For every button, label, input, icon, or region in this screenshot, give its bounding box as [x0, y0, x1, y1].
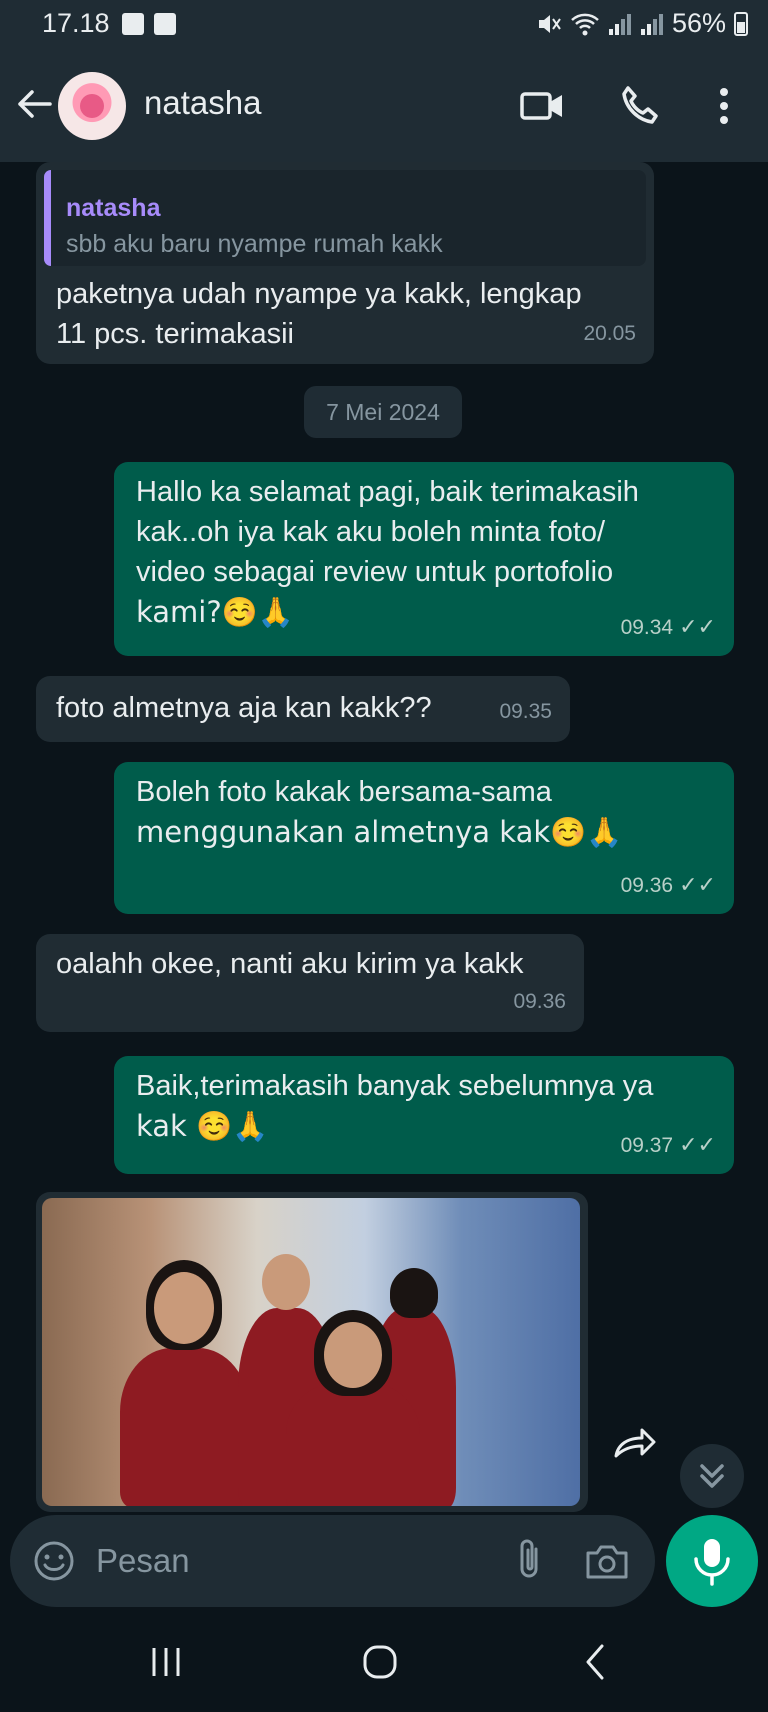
photo-hair	[390, 1268, 438, 1318]
photo-person	[120, 1348, 250, 1506]
photo-face	[262, 1254, 310, 1310]
phone-icon[interactable]	[616, 82, 664, 130]
quote-bar	[44, 170, 51, 266]
back-nav-icon[interactable]	[576, 1642, 616, 1682]
message-text: Baik,terimakasih banyak sebelumnya ya ka…	[136, 1066, 653, 1146]
more-vert-icon[interactable]	[700, 82, 748, 130]
quote-text: sbb aku baru nyampe rumah kakk	[66, 230, 443, 258]
notification-icons	[122, 13, 176, 35]
gallery-notification-icon	[122, 13, 144, 35]
message-composer	[10, 1515, 655, 1607]
voice-message-button[interactable]	[666, 1515, 758, 1607]
video-call-icon[interactable]	[518, 82, 566, 130]
photo-face	[154, 1272, 214, 1344]
message-line: Boleh foto kakak bersama-sama	[136, 776, 552, 808]
message-bubble-out[interactable]: Boleh foto kakak bersama-sama menggunaka…	[114, 762, 734, 914]
system-navigation-bar	[0, 1612, 768, 1712]
chat-header: natasha	[0, 52, 768, 162]
avatar[interactable]	[58, 72, 126, 140]
contact-name[interactable]: natasha	[144, 84, 261, 122]
message-text: Boleh foto kakak bersama-sama menggunaka…	[136, 772, 622, 852]
message-time: 09.36	[513, 990, 566, 1013]
message-line: paketnya udah nyampe ya kakk, lengkap	[56, 278, 582, 310]
recent-apps-icon[interactable]	[146, 1642, 186, 1682]
message-line: Hallo ka selamat pagi, baik terimakasih	[136, 476, 639, 508]
message-time: 20.05	[583, 322, 636, 345]
image-message[interactable]	[36, 1192, 588, 1512]
wifi-icon	[571, 13, 599, 35]
message-input[interactable]	[96, 1539, 476, 1583]
message-bubble-in[interactable]: oalahh okee, nanti aku kirim ya kakk 09.…	[36, 934, 584, 1032]
back-arrow-icon[interactable]	[14, 84, 54, 124]
message-meta: 09.36 ✓✓	[621, 865, 716, 906]
emoji-icon[interactable]	[32, 1539, 76, 1583]
message-line: Baik,terimakasih banyak sebelumnya ya	[136, 1070, 654, 1102]
message-meta: 09.37 ✓✓	[621, 1125, 716, 1166]
message-line: kak..oh iya kak aku boleh minta foto/	[136, 516, 606, 548]
mic-icon	[694, 1539, 730, 1586]
message-bubble-in[interactable]: natasha sbb aku baru nyampe rumah kakk p…	[36, 162, 654, 364]
photo-person	[286, 1382, 420, 1506]
photo-face	[324, 1322, 382, 1388]
attachment-icon[interactable]	[510, 1537, 550, 1585]
message-time: 09.36	[620, 874, 674, 897]
message-text: Hallo ka selamat pagi, baik terimakasih …	[136, 472, 639, 632]
status-indicators: 56%	[536, 8, 748, 39]
message-time: 09.37	[620, 1134, 674, 1157]
battery-percent: 56%	[671, 8, 726, 38]
check-notification-icon	[154, 13, 176, 35]
read-ticks-icon: ✓✓	[679, 872, 716, 897]
signal-icon	[608, 13, 631, 35]
message-text: paketnya udah nyampe ya kakk, lengkap 11…	[56, 274, 582, 354]
message-meta: 09.34 ✓✓	[621, 607, 716, 648]
message-line: video sebagai review untuk portofolio	[136, 556, 614, 588]
status-time: 17.18	[42, 8, 110, 38]
home-icon[interactable]	[360, 1642, 400, 1682]
read-ticks-icon: ✓✓	[679, 1132, 716, 1157]
message-line: 11 pcs. terimakasii	[56, 318, 294, 350]
mute-icon	[538, 14, 561, 33]
message-line: menggunakan almetnya kak☺️🙏	[136, 815, 623, 849]
date-separator: 7 Mei 2024	[304, 386, 462, 438]
forward-icon[interactable]	[612, 1422, 658, 1462]
double-chevron-down-icon	[700, 1464, 724, 1488]
message-text: foto almetnya aja kan kakk??	[56, 692, 432, 724]
message-line: kak ☺️🙏	[136, 1109, 269, 1143]
scroll-down-button[interactable]	[680, 1444, 744, 1508]
chat-area[interactable]: natasha sbb aku baru nyampe rumah kakk p…	[0, 162, 768, 1512]
message-text: oalahh okee, nanti aku kirim ya kakk	[56, 948, 524, 980]
quote-sender: natasha	[66, 194, 161, 222]
camera-icon[interactable]	[584, 1539, 630, 1583]
message-bubble-out[interactable]: Hallo ka selamat pagi, baik terimakasih …	[114, 462, 734, 656]
group-photo-image[interactable]	[42, 1198, 580, 1506]
message-bubble-out[interactable]: Baik,terimakasih banyak sebelumnya ya ka…	[114, 1056, 734, 1174]
message-line: kami?☺️🙏	[136, 595, 294, 629]
message-time: 09.35	[499, 700, 552, 723]
status-bar: 17.18 56%	[0, 0, 768, 52]
quoted-message[interactable]: natasha sbb aku baru nyampe rumah kakk	[44, 170, 646, 266]
message-time: 09.34	[620, 616, 674, 639]
signal-icon	[640, 13, 663, 35]
message-bubble-in[interactable]: foto almetnya aja kan kakk?? 09.35	[36, 676, 570, 742]
battery-icon	[734, 11, 748, 36]
read-ticks-icon: ✓✓	[679, 614, 716, 639]
